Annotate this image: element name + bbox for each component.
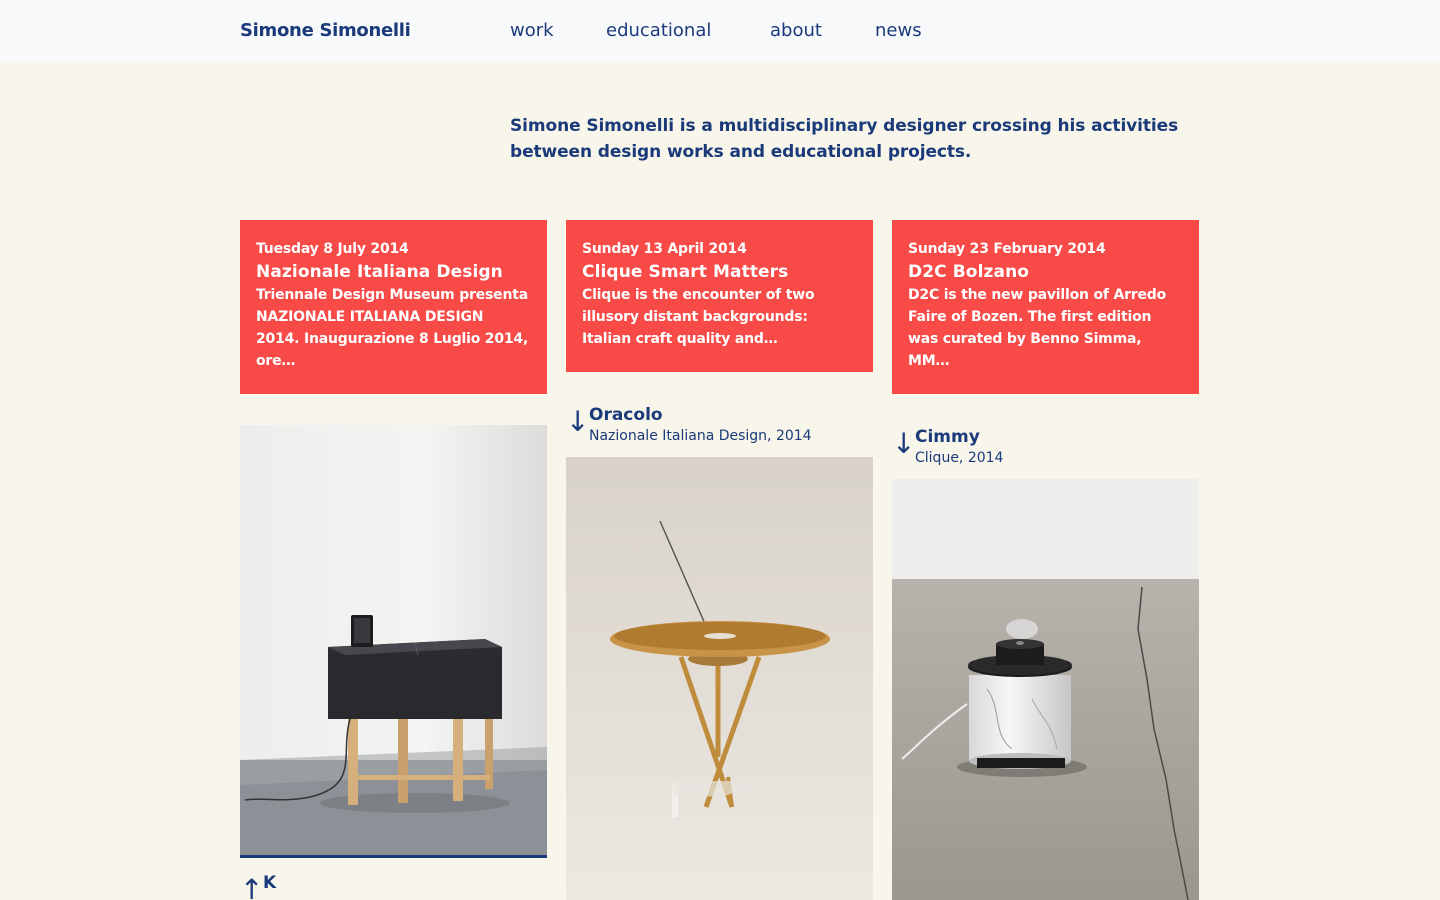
work-image-cimmy[interactable]	[892, 479, 1199, 900]
news-excerpt: D2C is the new pavillon of Arredo Faire …	[908, 287, 1167, 369]
work-title: K	[263, 873, 277, 893]
work-underline	[240, 855, 547, 858]
nav-news[interactable]: news	[875, 20, 922, 41]
news-card-d2c[interactable]: Sunday 23 February 2014 D2C Bolzano D2C …	[892, 220, 1199, 394]
work-subtitle: Nazionale Italiana Design, 2014	[589, 428, 812, 444]
work-label-oracolo[interactable]: ↓ Oracolo Nazionale Italiana Design, 201…	[566, 404, 873, 452]
work-image-oracolo[interactable]	[566, 457, 873, 900]
news-date: Sunday 23 February 2014	[908, 241, 1106, 257]
news-date: Tuesday 8 July 2014	[256, 241, 409, 257]
news-title: Nazionale Italiana Design	[256, 262, 503, 282]
news-card-nazionale[interactable]: Tuesday 8 July 2014 Nazionale Italiana D…	[240, 220, 547, 394]
marble-humidifier-photo	[892, 479, 1199, 900]
work-label-k[interactable]: ↑ K	[240, 872, 547, 900]
work-title: Oracolo	[589, 405, 663, 425]
news-title: D2C Bolzano	[908, 262, 1030, 282]
desk-cabinet-photo	[240, 425, 547, 858]
arrow-down-icon: ↓	[566, 405, 590, 438]
news-card-clique[interactable]: Sunday 13 April 2014 Clique Smart Matter…	[566, 220, 873, 372]
nav-about[interactable]: about	[770, 20, 822, 41]
site-logo[interactable]: Simone Simonelli	[240, 20, 411, 41]
work-label-cimmy[interactable]: ↓ Cimmy Clique, 2014	[892, 426, 1199, 474]
news-title: Clique Smart Matters	[582, 262, 789, 282]
work-subtitle: Clique, 2014	[915, 450, 1004, 466]
arrow-up-icon: ↑	[240, 873, 264, 900]
intro-text: Simone Simonelli is a multidisciplinary …	[510, 116, 1179, 162]
site-header: Simone Simonelli work educational about …	[0, 0, 1440, 62]
round-table-photo	[566, 457, 873, 900]
work-image-k[interactable]	[240, 425, 547, 858]
nav-work[interactable]: work	[510, 20, 554, 41]
news-date: Sunday 13 April 2014	[582, 241, 747, 257]
news-excerpt: Clique is the encounter of two illusory …	[582, 287, 815, 347]
news-excerpt: Triennale Design Museum presenta NAZIONA…	[256, 287, 529, 369]
nav-educational[interactable]: educational	[606, 20, 711, 41]
work-title: Cimmy	[915, 427, 980, 447]
arrow-down-icon: ↓	[892, 427, 916, 460]
